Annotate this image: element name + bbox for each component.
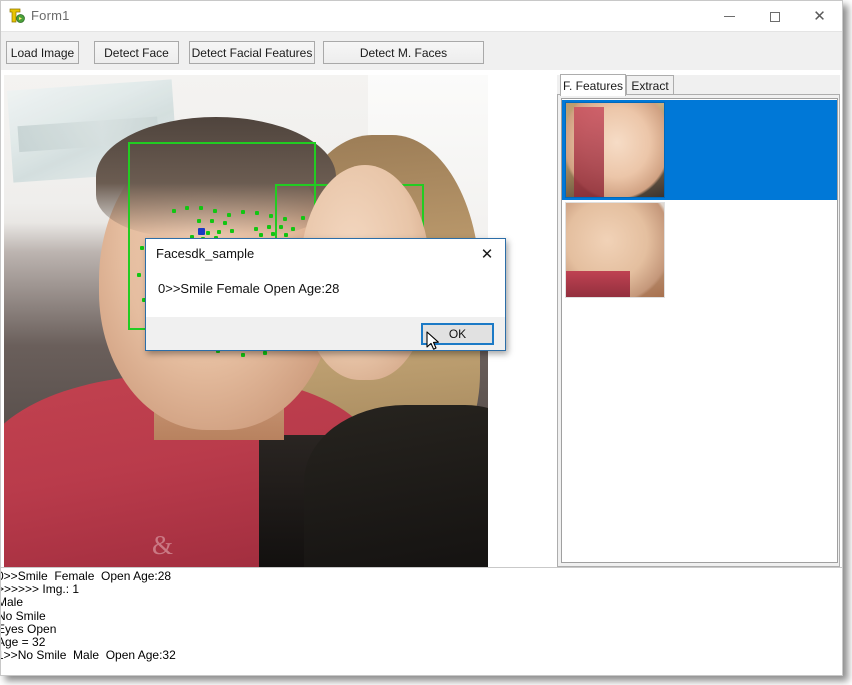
facial-landmark-point bbox=[259, 233, 263, 237]
tab-content bbox=[557, 94, 840, 567]
close-icon: ✕ bbox=[813, 7, 826, 25]
application-window: Form1 ✕ Load Image Detect Face Detect Faci… bbox=[0, 0, 843, 676]
facial-landmark-point bbox=[284, 233, 288, 237]
facial-landmark-point bbox=[217, 230, 221, 234]
facial-landmark-point bbox=[267, 225, 271, 229]
eye-center-marker bbox=[198, 228, 205, 235]
dialog-close-button[interactable]: ✕ bbox=[477, 244, 497, 264]
female-face-thumbnail bbox=[565, 102, 665, 198]
toolbar: Load Image Detect Face Detect Facial Featu… bbox=[1, 32, 842, 71]
facial-landmark-point bbox=[172, 209, 176, 213]
facial-landmark-point bbox=[255, 211, 259, 215]
form-designer-icon bbox=[9, 8, 25, 23]
facial-landmark-point bbox=[230, 229, 234, 233]
facial-landmark-point bbox=[197, 219, 201, 223]
output-log-text: 0>>Smile Female Open Age:28 >>>>>> Img.:… bbox=[1, 569, 176, 663]
detect-face-button[interactable]: Detect Face bbox=[94, 41, 179, 64]
list-item-female-face[interactable] bbox=[562, 100, 837, 200]
faces-list[interactable] bbox=[561, 98, 838, 563]
detect-facial-features-button[interactable]: Detect Facial Features bbox=[189, 41, 315, 64]
close-button[interactable]: ✕ bbox=[797, 1, 842, 32]
detect-multiple-faces-button[interactable]: Detect M. Faces bbox=[323, 41, 484, 64]
facesdk-message-dialog: Facesdk_sample ✕ 0>>Smile Female Open Ag… bbox=[145, 238, 506, 351]
list-item-male-face[interactable] bbox=[562, 200, 837, 300]
title-bar: Form1 ✕ bbox=[1, 1, 842, 32]
facial-landmark-point bbox=[254, 227, 258, 231]
male-face-thumbnail bbox=[565, 202, 665, 298]
facial-landmark-point bbox=[210, 219, 214, 223]
dialog-body: 0>>Smile Female Open Age:28 bbox=[146, 269, 505, 319]
tab-strip: F. Features Extract bbox=[557, 74, 840, 96]
facial-landmark-point bbox=[140, 246, 144, 250]
dialog-footer: OK bbox=[146, 317, 505, 350]
facial-landmark-point bbox=[137, 273, 141, 277]
facial-landmark-point bbox=[199, 206, 203, 210]
shirt-logo: & bbox=[152, 530, 174, 560]
facial-landmark-point bbox=[279, 225, 283, 229]
facial-landmark-point bbox=[223, 221, 227, 225]
woman-torso bbox=[304, 405, 488, 567]
dialog-title: Facesdk_sample bbox=[156, 246, 255, 261]
minimize-button[interactable] bbox=[707, 1, 752, 32]
tab-f-features[interactable]: F. Features bbox=[560, 74, 626, 96]
facial-landmark-point bbox=[291, 227, 295, 231]
facial-landmark-point bbox=[227, 213, 231, 217]
facial-landmark-point bbox=[185, 206, 189, 210]
tab-extract[interactable]: Extract bbox=[626, 75, 674, 95]
facial-landmark-point bbox=[241, 353, 245, 357]
facial-landmark-point bbox=[213, 209, 217, 213]
maximize-icon bbox=[769, 11, 780, 22]
facial-landmark-point bbox=[271, 232, 275, 236]
features-panel: F. Features Extract bbox=[557, 74, 840, 567]
facial-landmark-point bbox=[206, 231, 210, 235]
thumbnail-image bbox=[566, 203, 664, 297]
dialog-title-bar: Facesdk_sample ✕ bbox=[146, 239, 505, 269]
output-log-panel[interactable]: 0>>Smile Female Open Age:28 >>>>>> Img.:… bbox=[1, 567, 842, 675]
thumbnail-image bbox=[566, 103, 664, 197]
facial-landmark-point bbox=[301, 216, 305, 220]
window-title: Form1 bbox=[31, 8, 70, 23]
mouse-pointer bbox=[426, 331, 439, 350]
facial-landmark-point bbox=[283, 217, 287, 221]
window-controls: ✕ bbox=[707, 1, 842, 32]
facial-landmark-point bbox=[241, 210, 245, 214]
facial-landmark-point bbox=[269, 214, 273, 218]
dialog-message: 0>>Smile Female Open Age:28 bbox=[158, 281, 340, 296]
facial-landmark-point bbox=[263, 351, 267, 355]
maximize-button[interactable] bbox=[752, 1, 797, 32]
minimize-icon bbox=[724, 16, 735, 17]
load-image-button[interactable]: Load Image bbox=[6, 41, 79, 64]
